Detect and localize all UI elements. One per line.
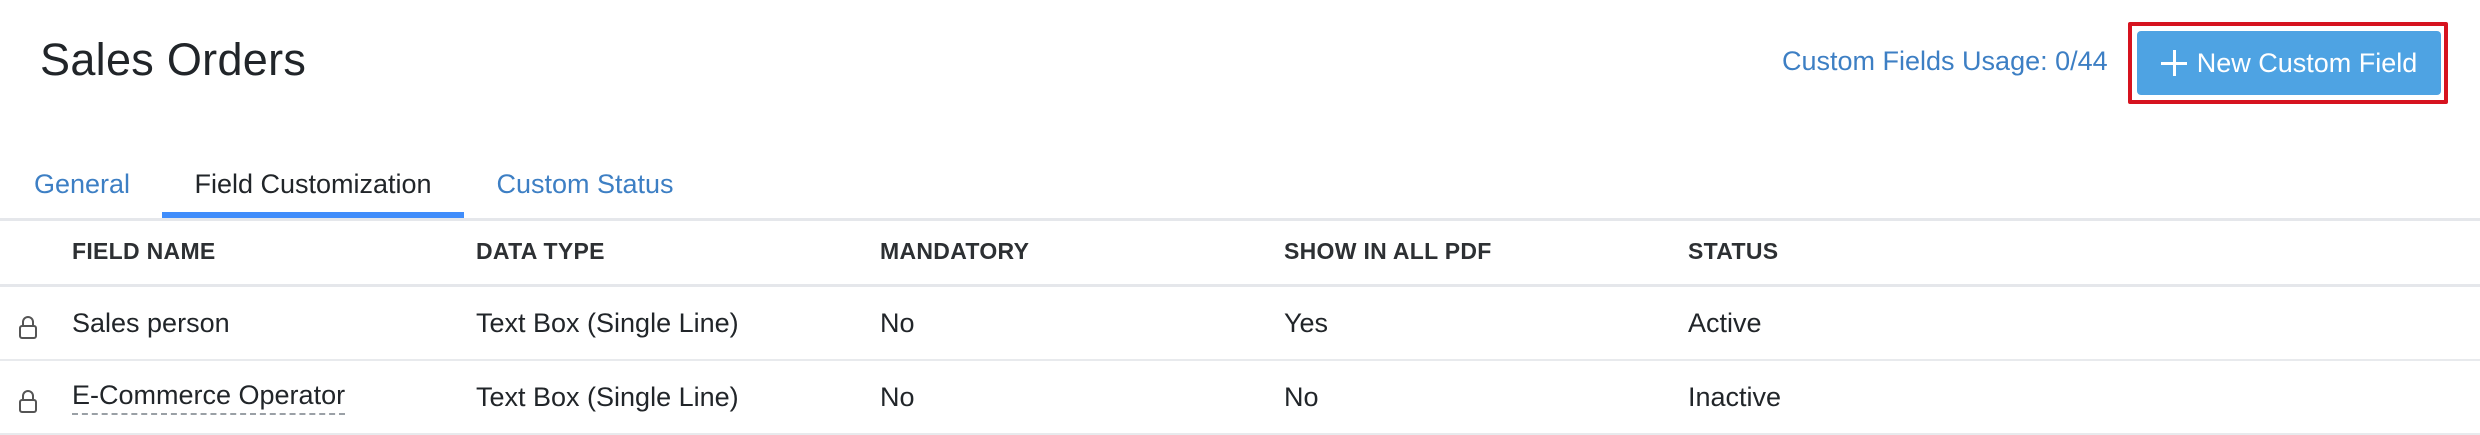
column-header-field-name: FIELD NAME	[72, 237, 216, 264]
column-header-show-in-pdf: SHOW IN ALL PDF	[1284, 237, 1492, 264]
field-name-cell[interactable]: E-Commerce Operator	[72, 361, 346, 433]
data-type-cell: Text Box (Single Line)	[476, 307, 739, 338]
column-header-status: STATUS	[1688, 237, 1779, 264]
mandatory-cell: No	[880, 307, 915, 338]
page-title: Sales Orders	[40, 34, 307, 85]
custom-fields-usage-link[interactable]: Custom Fields Usage: 0/44	[1782, 46, 2108, 77]
table-header: FIELD NAME DATA TYPE MANDATORY SHOW IN A…	[0, 218, 2480, 287]
table-row[interactable]: Sales person Text Box (Single Line) No Y…	[0, 287, 2480, 361]
column-header-mandatory: MANDATORY	[880, 237, 1030, 264]
table-row[interactable]: E-Commerce Operator Text Box (Single Lin…	[0, 361, 2480, 435]
column-header-data-type: DATA TYPE	[476, 237, 605, 264]
field-name-link[interactable]: E-Commerce Operator	[72, 380, 346, 415]
status-cell: Active	[1688, 307, 1762, 338]
new-custom-field-label: New Custom Field	[2196, 47, 2418, 78]
tab-field-customization[interactable]: Field Customization	[162, 150, 464, 218]
plus-icon	[2160, 50, 2187, 76]
data-type-cell: Text Box (Single Line)	[476, 381, 739, 412]
status-cell: Inactive	[1688, 381, 1782, 412]
show-in-pdf-cell: No	[1284, 381, 1319, 412]
settings-tabs: General Field Customization Custom Statu…	[0, 150, 2480, 221]
tab-general[interactable]: General	[32, 150, 132, 218]
tab-custom-status[interactable]: Custom Status	[494, 150, 676, 218]
custom-fields-table: FIELD NAME DATA TYPE MANDATORY SHOW IN A…	[0, 218, 2480, 435]
lock-icon	[19, 316, 37, 339]
show-in-pdf-cell: Yes	[1284, 307, 1329, 338]
lock-icon	[19, 390, 37, 413]
mandatory-cell: No	[880, 381, 915, 412]
new-custom-field-button[interactable]: New Custom Field	[2137, 31, 2441, 95]
field-name-cell: Sales person	[72, 307, 230, 338]
